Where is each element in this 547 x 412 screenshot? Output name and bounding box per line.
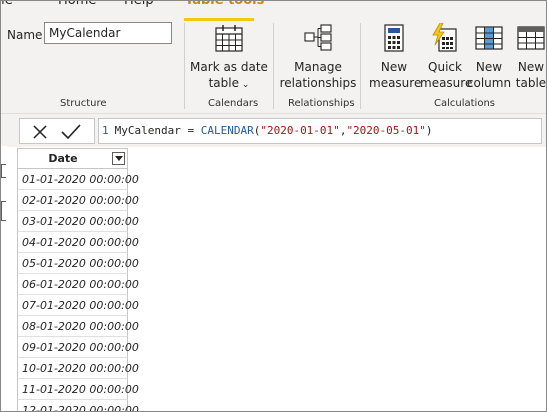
table-row[interactable]: 09-01-2020 00:00:00 bbox=[17, 337, 139, 358]
calculator-icon bbox=[380, 23, 408, 56]
view-rail bbox=[1, 146, 7, 411]
active-tab-indicator bbox=[184, 18, 254, 21]
new-measure-label-2: measure bbox=[369, 76, 422, 90]
quick-measure-icon bbox=[431, 22, 459, 56]
formula-arg-end: "2020-05-01" bbox=[346, 124, 426, 137]
group-label-relationships: Relationships bbox=[288, 98, 355, 109]
quick-measure-label-1: Quick bbox=[428, 60, 462, 74]
app-window: File Home Help Table tools Name Structur… bbox=[0, 0, 547, 412]
formula-bar: 1 MyCalendar = CALENDAR("2020-01-01","202… bbox=[1, 113, 546, 147]
new-column-label-2: column bbox=[466, 76, 512, 90]
table-row[interactable]: 10-01-2020 00:00:00 bbox=[17, 358, 139, 379]
table-row[interactable]: 02-01-2020 00:00:00 bbox=[17, 190, 139, 211]
quick-measure-label-2: measure bbox=[420, 76, 473, 90]
commit-formula-icon[interactable] bbox=[60, 122, 82, 142]
formula-actions bbox=[19, 118, 95, 144]
new-table-icon bbox=[516, 23, 546, 56]
tab-home[interactable]: Home bbox=[58, 1, 96, 8]
formula-function: CALENDAR bbox=[200, 124, 254, 137]
table-row[interactable]: 11-01-2020 00:00:00 bbox=[17, 379, 139, 400]
manage-relationships-button[interactable]: Manage relationships bbox=[278, 23, 358, 93]
chevron-down-icon: ⌄ bbox=[239, 80, 250, 90]
dax-formula-input[interactable]: 1 MyCalendar = CALENDAR("2020-01-01","202… bbox=[98, 118, 542, 144]
line-number: 1 bbox=[102, 124, 109, 137]
table-row[interactable]: 05-01-2020 00:00:00 bbox=[17, 253, 139, 274]
report-view-icon[interactable] bbox=[1, 164, 6, 178]
group-label-calendars: Calendars bbox=[208, 98, 259, 109]
table-row[interactable]: 01-01-2020 00:00:00 bbox=[17, 169, 139, 190]
new-table-label-2: table bbox=[515, 76, 547, 90]
new-column-label-1: New bbox=[475, 60, 503, 74]
group-divider bbox=[184, 23, 185, 109]
mark-as-date-label-2: table ⌄ bbox=[208, 76, 250, 90]
tab-table-tools[interactable]: Table tools bbox=[185, 1, 264, 8]
manage-label-1: Manage bbox=[294, 60, 342, 74]
group-divider bbox=[360, 23, 361, 109]
manage-label-2: relationships bbox=[279, 76, 357, 90]
filter-dropdown-icon[interactable] bbox=[112, 152, 125, 165]
new-column-icon bbox=[474, 23, 504, 56]
column-header-label: Date bbox=[48, 152, 78, 165]
table-row[interactable]: 03-01-2020 00:00:00 bbox=[17, 211, 139, 232]
date-table-icon bbox=[214, 23, 244, 56]
quick-measure-button[interactable]: Quick measure bbox=[420, 22, 473, 93]
new-measure-button[interactable]: New measure bbox=[369, 23, 422, 93]
table-row[interactable]: 04-01-2020 00:00:00 bbox=[17, 232, 139, 253]
data-grid: Date 01-01-2020 00:00:00 02-01-2020 00:00… bbox=[17, 148, 139, 411]
cancel-formula-icon[interactable] bbox=[31, 123, 49, 141]
group-label-structure: Structure bbox=[60, 98, 107, 109]
table-row[interactable]: 12-01-2020 00:00:00 bbox=[17, 400, 139, 411]
name-label: Name bbox=[7, 28, 43, 42]
new-measure-label-1: New bbox=[380, 60, 408, 74]
data-view-icon[interactable] bbox=[1, 201, 6, 221]
new-table-label-1: New bbox=[517, 60, 545, 74]
mark-as-date-label-1: Mark as date bbox=[190, 60, 268, 74]
column-header-date[interactable]: Date bbox=[17, 148, 128, 169]
table-name-input[interactable] bbox=[44, 22, 172, 44]
mark-as-date-table-button[interactable]: Mark as date table ⌄ bbox=[189, 23, 269, 93]
table-row[interactable]: 06-01-2020 00:00:00 bbox=[17, 274, 139, 295]
new-table-button[interactable]: New table bbox=[513, 23, 547, 93]
formula-prefix: MyCalendar = bbox=[114, 124, 201, 137]
table-row[interactable]: 07-01-2020 00:00:00 bbox=[17, 295, 139, 316]
new-column-button[interactable]: New column bbox=[466, 23, 512, 93]
grid-rows: 01-01-2020 00:00:00 02-01-2020 00:00:00 03… bbox=[17, 169, 139, 411]
formula-arg-start: "2020-01-01" bbox=[260, 124, 340, 137]
tab-help[interactable]: Help bbox=[124, 1, 154, 8]
formula-close-paren: ) bbox=[425, 124, 433, 137]
group-label-calculations: Calculations bbox=[434, 98, 495, 109]
tab-file[interactable]: File bbox=[1, 1, 13, 8]
group-divider bbox=[273, 23, 274, 109]
relationships-icon bbox=[303, 23, 333, 56]
ribbon: File Home Help Table tools Name Structur… bbox=[1, 1, 546, 113]
table-row[interactable]: 08-01-2020 00:00:00 bbox=[17, 316, 139, 337]
